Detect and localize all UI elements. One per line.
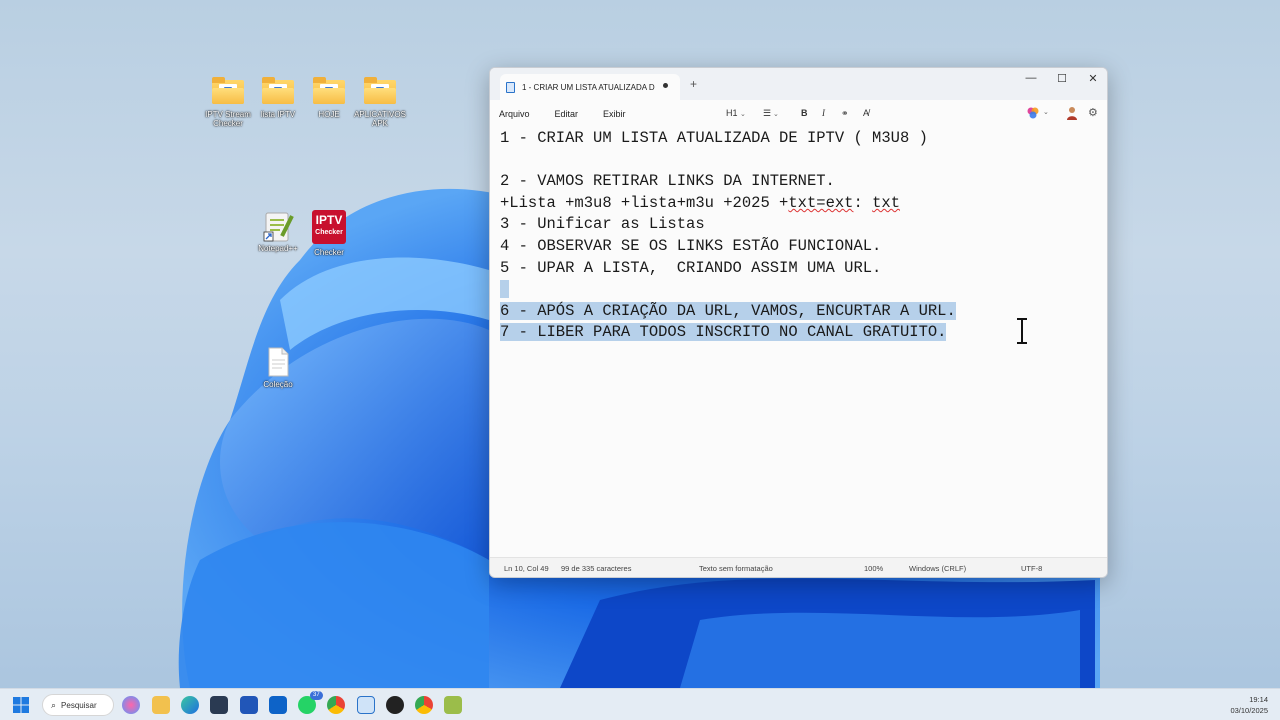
editor-line: +Lista +m3u8 +lista+m3u +2025 +txt=ext: …	[500, 193, 900, 212]
notification-badge: 37	[310, 691, 323, 700]
desktop-icon-label: IPTV Stream Checker	[205, 110, 251, 128]
menu-file[interactable]: Arquivo	[499, 109, 530, 119]
copilot-icon[interactable]	[1027, 107, 1039, 121]
desktop-icon-label: lista IPTV	[260, 110, 296, 119]
clock-date: 03/10/2025	[1230, 706, 1268, 715]
taskbar: ⌕ Pesquisar 37 19:14 03/10/2025	[0, 688, 1280, 720]
editor-line-selected	[500, 279, 1107, 301]
italic-button[interactable]: I	[822, 108, 825, 118]
desktop-folder-hoje[interactable]: HOJE	[302, 76, 356, 119]
desktop-shortcut-notepad-plus-plus[interactable]: Notepad++	[251, 210, 305, 253]
line-ending[interactable]: Windows (CRLF)	[909, 564, 966, 573]
editor-line: 5 - UPAR A LISTA, CRIANDO ASSIM UMA URL.	[500, 258, 882, 277]
file-explorer-icon[interactable]	[152, 696, 170, 714]
list-icon: ☰	[763, 108, 772, 118]
chrome-icon[interactable]	[327, 696, 345, 714]
notepad-icon	[506, 81, 515, 93]
status-bar: Ln 10, Col 49 99 de 335 caracteres Texto…	[490, 557, 1107, 577]
maximize-button[interactable]: ☐	[1047, 72, 1077, 85]
tab-title: 1 - CRIAR UM LISTA ATUALIZADA D	[522, 82, 655, 92]
character-count: 99 de 335 caracteres	[561, 564, 632, 573]
minimize-button[interactable]: —	[1016, 72, 1046, 84]
folder-icon	[364, 76, 396, 106]
notepad-plus-plus-icon	[262, 210, 294, 242]
desktop-icon-label: Checker	[314, 248, 344, 257]
chrome-icon[interactable]	[415, 696, 433, 714]
clock-time: 19:14	[1249, 695, 1268, 704]
windows-start-icon[interactable]	[12, 696, 30, 714]
folder-icon	[262, 76, 294, 106]
menu-view[interactable]: Exibir	[603, 109, 626, 119]
menu-edit[interactable]: Editar	[555, 109, 579, 119]
desktop-folder-lista-iptv[interactable]: lista IPTV	[251, 76, 305, 119]
close-button[interactable]: ✕	[1078, 72, 1107, 85]
system-clock[interactable]: 19:14 03/10/2025	[1230, 694, 1268, 716]
chevron-down-icon[interactable]: ⌄	[1043, 108, 1049, 116]
unsaved-dot-icon[interactable]	[663, 83, 668, 88]
heading-label: H1	[726, 108, 738, 118]
search-icon: ⌕	[51, 699, 57, 710]
desktop-icon-label: Notepad++	[258, 244, 298, 253]
clear-formatting-icon[interactable]: A̸	[863, 108, 869, 118]
app-icon[interactable]	[240, 696, 258, 714]
editor-line: 2 - VAMOS RETIRAR LINKS DA INTERNET.	[500, 172, 835, 191]
avatar[interactable]	[1066, 106, 1078, 122]
chevron-down-icon: ⌄	[771, 111, 779, 118]
gear-icon[interactable]: ⚙	[1088, 106, 1098, 119]
new-tab-button[interactable]: +	[690, 77, 697, 91]
bold-button[interactable]: B	[801, 108, 808, 118]
search-label: Pesquisar	[61, 700, 97, 710]
iptv-checker-icon: IPTV Checker	[312, 210, 346, 244]
document-icon	[262, 346, 294, 377]
notepad-taskbar-icon[interactable]	[357, 696, 375, 714]
menu-bar: Arquivo Editar Exibir H1 ⌄ ☰ ⌄ B I ⚭ A̸ …	[490, 100, 1107, 128]
desktop-icon-label: HOJE	[318, 110, 340, 119]
editor-line: 1 - CRIAR UM LISTA ATUALIZADA DE IPTV ( …	[500, 129, 928, 147]
format-status[interactable]: Texto sem formatação	[699, 564, 773, 573]
title-bar: 1 - CRIAR UM LISTA ATUALIZADA D + — ☐ ✕	[490, 68, 1107, 100]
cursor-position: Ln 10, Col 49	[504, 564, 549, 573]
heading-dropdown[interactable]: H1 ⌄	[726, 108, 746, 118]
link-icon[interactable]: ⚭	[841, 108, 849, 119]
desktop-folder-iptv-stream-checker[interactable]: IPTV Stream Checker	[201, 76, 255, 128]
document-tab[interactable]: 1 - CRIAR UM LISTA ATUALIZADA D	[500, 74, 680, 100]
zoom-level[interactable]: 100%	[864, 564, 883, 573]
outlook-icon[interactable]	[269, 696, 287, 714]
taskbar-search[interactable]: ⌕ Pesquisar	[42, 694, 114, 716]
iptv-logo-text: IPTV	[315, 213, 343, 227]
folder-icon	[313, 76, 345, 106]
folder-icon	[212, 76, 244, 106]
chevron-down-icon: ⌄	[740, 111, 746, 118]
desktop-file-colecao[interactable]: Coleção	[251, 346, 305, 389]
desktop-icon-label: APLICATIVOS APK	[354, 110, 406, 128]
app-icon[interactable]	[386, 696, 404, 714]
edge-icon[interactable]	[181, 696, 199, 714]
notepad-plus-plus-icon[interactable]	[444, 696, 462, 714]
checker-logo-text: Checker	[315, 229, 343, 236]
text-cursor-icon	[1017, 318, 1027, 344]
store-icon[interactable]	[210, 696, 228, 714]
editor-line: 4 - OBSERVAR SE OS LINKS ESTÃO FUNCIONAL…	[500, 236, 882, 255]
desktop-folder-aplicativos-apk[interactable]: APLICATIVOS APK	[353, 76, 407, 128]
desktop-icon-label: Coleção	[263, 380, 293, 389]
desktop-shortcut-iptv-checker[interactable]: IPTV Checker Checker	[302, 210, 356, 257]
list-dropdown[interactable]: ☰ ⌄	[763, 108, 779, 119]
copilot-icon[interactable]	[122, 696, 140, 714]
encoding[interactable]: UTF-8	[1021, 564, 1042, 573]
editor-line: 3 - Unificar as Listas	[500, 215, 705, 234]
